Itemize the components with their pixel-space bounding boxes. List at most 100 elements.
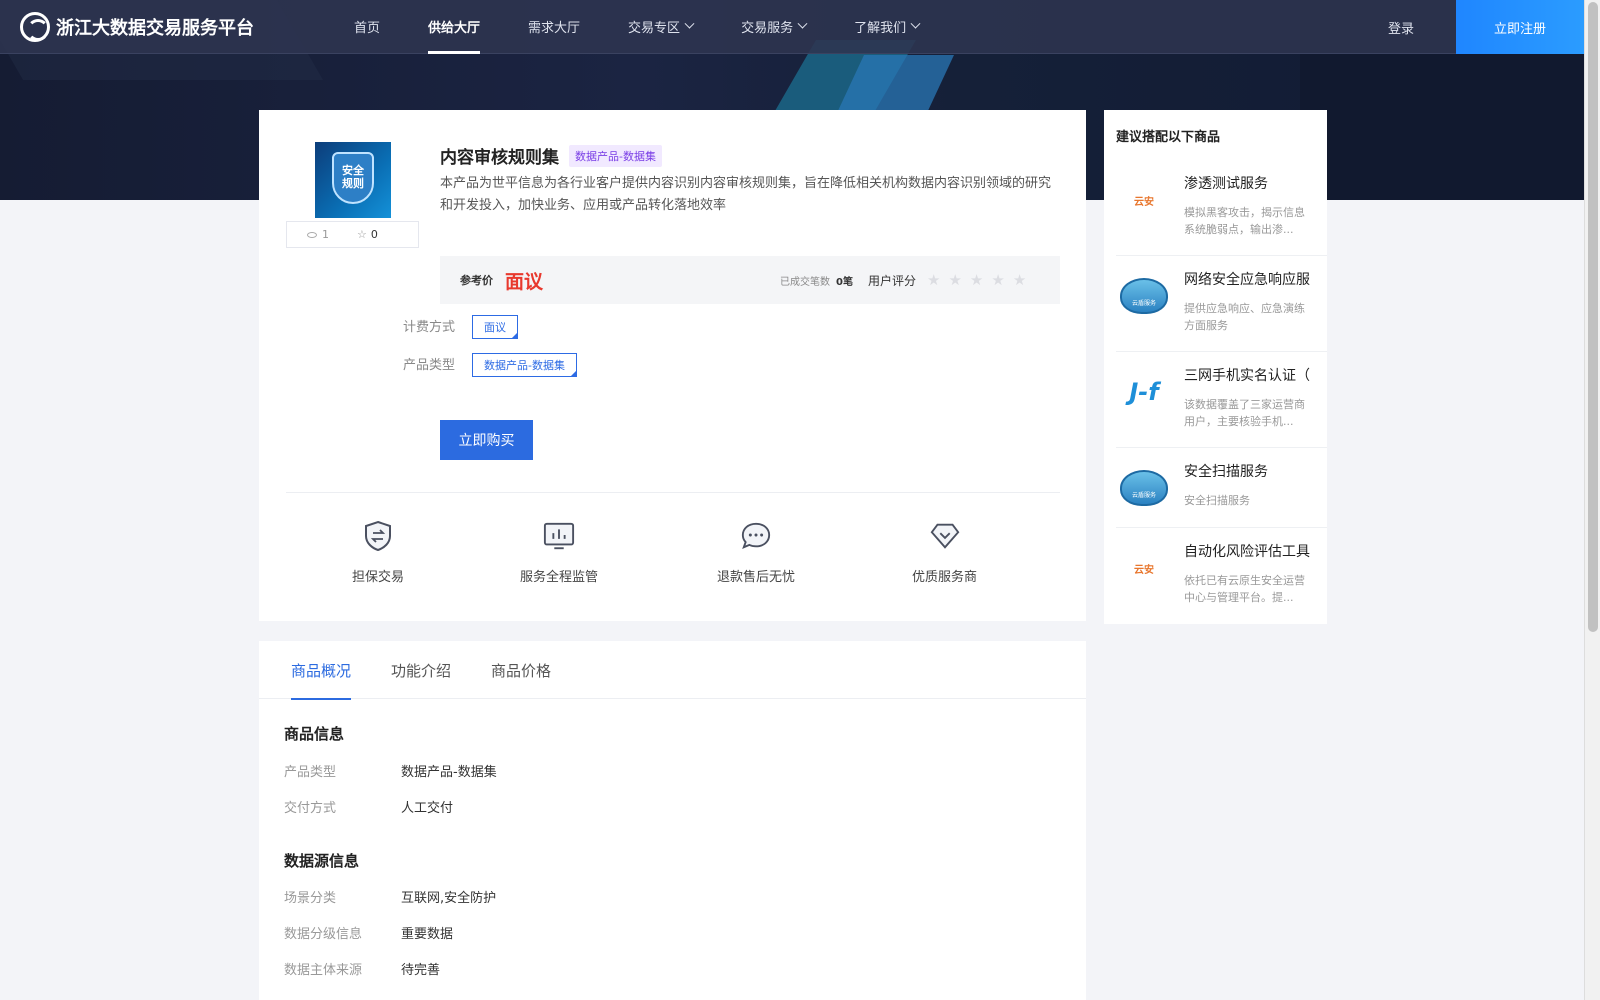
- logo-text: 浙江大数据交易服务平台: [56, 17, 254, 39]
- info-label: 场景分类: [284, 891, 337, 906]
- rating-label: 用户评分: [868, 273, 917, 288]
- nav-item-home[interactable]: 首页: [330, 0, 404, 54]
- nav-item-label: 了解我们: [854, 21, 907, 36]
- tab-features[interactable]: 功能介绍: [391, 641, 451, 699]
- cloud-logo-badge: 云盾服务: [1120, 278, 1168, 314]
- price-value: 面议: [505, 270, 544, 293]
- register-button[interactable]: 立即注册: [1456, 0, 1584, 54]
- rating-stars: ★ ★ ★ ★ ★: [927, 271, 1034, 289]
- feature-label: 服务全程监管: [520, 570, 599, 585]
- type-label: 产品类型: [403, 358, 456, 373]
- type-option[interactable]: 数据产品-数据集: [472, 353, 577, 377]
- deals-value: 0笔: [836, 276, 853, 288]
- feature-refund: 退款售后无忧: [717, 520, 795, 585]
- recommend-name: 网络安全应急响应服: [1184, 272, 1310, 288]
- recommend-name: 安全扫描服务: [1184, 464, 1268, 480]
- chevron-down-icon: [910, 18, 921, 29]
- recommend-desc: 提供应急响应、应急演练方面服务: [1184, 302, 1305, 332]
- nav-item-label: 交易服务: [741, 21, 794, 36]
- star-icon: ★: [948, 271, 962, 289]
- tab-pricing[interactable]: 商品价格: [491, 641, 551, 699]
- orange-brand-logo: 云安: [1120, 180, 1168, 220]
- cloud-shield-logo: 云盾服务: [1120, 468, 1168, 508]
- jf-logo: J-f: [1120, 372, 1168, 412]
- guarantee-features: 担保交易 服务全程监管 退款售后无忧 优质服务商: [286, 520, 1060, 590]
- recommend-item[interactable]: 云盾服务 网络安全应急响应服 提供应急响应、应急演练方面服务: [1116, 256, 1327, 352]
- eye-icon: [307, 231, 317, 238]
- feature-label: 优质服务商: [912, 570, 978, 585]
- feature-label: 退款售后无忧: [717, 570, 796, 585]
- deals-label: 已成交笔数: [780, 276, 830, 288]
- brand-logo-text: 云安: [1134, 196, 1154, 208]
- nav-item-trade-zone[interactable]: 交易专区: [604, 0, 717, 54]
- recommend-item[interactable]: 云安 渗透测试服务 模拟黑客攻击，揭示信息系统脆弱点，输出渗...: [1116, 160, 1327, 256]
- top-nav: 浙江大数据交易服务平台 首页 供给大厅 需求大厅 交易专区 交易服务 了解我们 …: [0, 0, 1584, 54]
- site-logo[interactable]: 浙江大数据交易服务平台: [20, 11, 290, 42]
- recommend-item[interactable]: 云盾服务 安全扫描服务 安全扫描服务: [1116, 448, 1327, 528]
- nav-item-demand[interactable]: 需求大厅: [504, 0, 604, 54]
- product-thumbnail: 安全 规则: [315, 142, 391, 218]
- recommend-desc: 安全扫描服务: [1184, 494, 1250, 507]
- cloud-shield-logo: 云盾服务: [1120, 276, 1168, 316]
- nav-item-label: 首页: [354, 21, 381, 36]
- feature-label: 担保交易: [352, 570, 405, 585]
- feature-quality: 优质服务商: [912, 520, 977, 585]
- recommend-name: 三网手机实名认证（: [1184, 368, 1310, 384]
- info-value: 待完善: [401, 963, 441, 978]
- category-tag: 数据产品-数据集: [569, 144, 662, 167]
- scrollbar-thumb[interactable]: [1588, 2, 1598, 632]
- billing-option[interactable]: 面议: [472, 315, 518, 339]
- favorite-count[interactable]: ☆ 0: [357, 228, 378, 241]
- info-value: 重要数据: [401, 927, 454, 942]
- nav-item-label: 交易专区: [628, 21, 681, 36]
- view-count-value: 1: [322, 228, 329, 241]
- deals-count: 已成交笔数 0笔: [780, 273, 853, 288]
- recommend-name: 自动化风险评估工具: [1184, 544, 1310, 560]
- product-description: 本产品为世平信息为各行业客户提供内容识别内容审核规则集，旨在降低相关机构数据内容…: [440, 176, 1052, 213]
- info-value: 互联网,安全防护: [401, 891, 497, 906]
- thumbnail-text: 安全 规则: [332, 164, 374, 190]
- view-count: 1: [307, 228, 329, 241]
- chevron-down-icon: [684, 18, 695, 29]
- recommend-panel: 建议搭配以下商品 云安 渗透测试服务 模拟黑客攻击，揭示信息系统脆弱点，输出渗.…: [1104, 110, 1327, 624]
- recommend-item[interactable]: 云安 自动化风险评估工具 依托已有云原生安全运营中心与管理平台。提...: [1116, 528, 1327, 624]
- info-value: 人工交付: [401, 801, 454, 816]
- info-label: 产品类型: [284, 765, 337, 780]
- product-title-row: 内容审核规则集 数据产品-数据集: [440, 143, 662, 168]
- brand-logo-text: 云安: [1134, 564, 1154, 576]
- page-scrollbar[interactable]: [1584, 0, 1600, 1000]
- info-label: 数据分级信息: [284, 927, 363, 942]
- favorite-count-value: 0: [370, 228, 378, 241]
- brand-logo-text: J-f: [1129, 378, 1159, 406]
- star-icon: ★: [1012, 271, 1027, 289]
- buy-now-button[interactable]: 立即购买: [440, 420, 533, 460]
- info-value: 数据产品-数据集: [401, 765, 497, 780]
- recommend-name: 渗透测试服务: [1184, 176, 1268, 192]
- detail-tabs: 商品概况 功能介绍 商品价格: [259, 641, 1086, 700]
- diamond-icon: [929, 520, 961, 552]
- price-bar: 参考价 面议 已成交笔数 0笔 用户评分 ★ ★ ★ ★ ★: [440, 256, 1060, 304]
- orange-brand-logo: 云安: [1120, 548, 1168, 588]
- login-link[interactable]: 登录: [1388, 0, 1414, 54]
- recommend-desc: 模拟黑客攻击，揭示信息系统脆弱点，输出渗...: [1184, 206, 1305, 236]
- nav-item-supply[interactable]: 供给大厅: [404, 0, 504, 54]
- product-card: 安全 规则 1 ☆ 0 内容审核规则集 数据产品-数据集 本产品为世平信息为各行业客…: [259, 110, 1086, 621]
- section-title: 数据源信息: [284, 852, 360, 870]
- chat-bubble-icon: [740, 520, 772, 552]
- detail-card: 商品概况 功能介绍 商品价格 商品信息 产品类型 数据产品-数据集 交付方式 人…: [259, 641, 1086, 1000]
- nav-item-about[interactable]: 了解我们: [830, 0, 943, 54]
- billing-label: 计费方式: [403, 320, 456, 335]
- product-title: 内容审核规则集: [440, 148, 559, 168]
- brand-logo-text: 云盾服务: [1131, 492, 1156, 499]
- tab-overview[interactable]: 商品概况: [291, 641, 352, 700]
- star-icon: ★: [927, 271, 941, 289]
- recommend-item[interactable]: J-f 三网手机实名认证（ 该数据覆盖了三家运营商用户，主要核验手机...: [1116, 352, 1327, 448]
- logo-icon: [20, 11, 50, 42]
- brand-logo-text: 云盾服务: [1131, 300, 1156, 307]
- nav-menu: 首页 供给大厅 需求大厅 交易专区 交易服务 了解我们: [330, 0, 943, 54]
- recommend-title: 建议搭配以下商品: [1116, 130, 1221, 145]
- nav-item-trade-service[interactable]: 交易服务: [717, 0, 830, 54]
- star-icon: ★: [991, 271, 1005, 289]
- divider: [286, 492, 1060, 493]
- star-icon: ☆: [357, 228, 367, 241]
